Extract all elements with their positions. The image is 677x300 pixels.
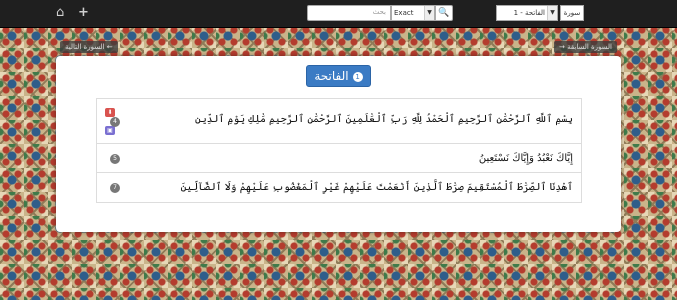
verse-row: 7 ٱهْدِنَا ٱلصِّرَٰطَ ٱلْمُسْتَقِيمَ صِر… <box>97 173 581 202</box>
search-button[interactable]: 🔍 <box>435 5 453 21</box>
verse-text: بِسْمِ ٱللَّهِ ٱلرَّحْمَٰنِ ٱلرَّحِيمِ ٱ… <box>195 114 573 125</box>
image-icon[interactable]: ▣ <box>105 126 115 135</box>
next-surah-link[interactable]: السورة التالية ← <box>60 41 118 53</box>
verse-text: إِيَّاكَ نَعْبُدُ وَإِيَّاكَ نَسْتَعِينُ <box>478 153 573 164</box>
verse-number-badge: 5 <box>110 154 120 164</box>
surah-select[interactable]: الفاتحة - 1 ▼ <box>496 5 558 21</box>
verse-row: ⬇ ▣ 4 بِسْمِ ٱللَّهِ ٱلرَّحْمَٰنِ ٱلرَّح… <box>97 99 581 144</box>
download-icon[interactable]: ⬇ <box>105 108 115 117</box>
verse-text: ٱهْدِنَا ٱلصِّرَٰطَ ٱلْمُسْتَقِيمَ صِرَٰ… <box>180 182 573 193</box>
verse-row: 5 إِيَّاكَ نَعْبُدُ وَإِيَّاكَ نَسْتَعِي… <box>97 144 581 173</box>
plus-icon[interactable]: + <box>78 5 89 21</box>
previous-surah-link[interactable]: → السورة السابقة <box>553 41 617 53</box>
surah-select-value: الفاتحة - 1 <box>513 9 545 17</box>
surah-panel: 1الفاتحة ⬇ ▣ 4 بِسْمِ ٱللَّهِ ٱلرَّحْمَٰ… <box>56 56 621 232</box>
surah-label: سورة <box>560 5 584 21</box>
surah-title-button[interactable]: 1الفاتحة <box>306 65 371 87</box>
verse-number-badge: 4 <box>110 117 120 127</box>
verse-list: ⬇ ▣ 4 بِسْمِ ٱللَّهِ ٱلرَّحْمَٰنِ ٱلرَّح… <box>96 98 582 203</box>
verse-number-badge: 7 <box>110 183 120 193</box>
home-icon[interactable]: ⌂ <box>56 5 64 21</box>
surah-number-badge: 1 <box>352 71 363 82</box>
search-mode-select[interactable]: Exact ▼ <box>391 5 435 21</box>
top-navbar: ⌂ + بحث Exact ▼ 🔍 الفاتحة - 1 ▼ سورة <box>0 0 677 28</box>
chevron-down-icon: ▼ <box>424 6 434 20</box>
surah-title: الفاتحة <box>314 69 349 83</box>
chevron-down-icon: ▼ <box>547 6 557 20</box>
search-icon: 🔍 <box>438 8 450 18</box>
search-mode-value: Exact <box>394 9 414 17</box>
search-input[interactable]: بحث <box>307 5 391 21</box>
